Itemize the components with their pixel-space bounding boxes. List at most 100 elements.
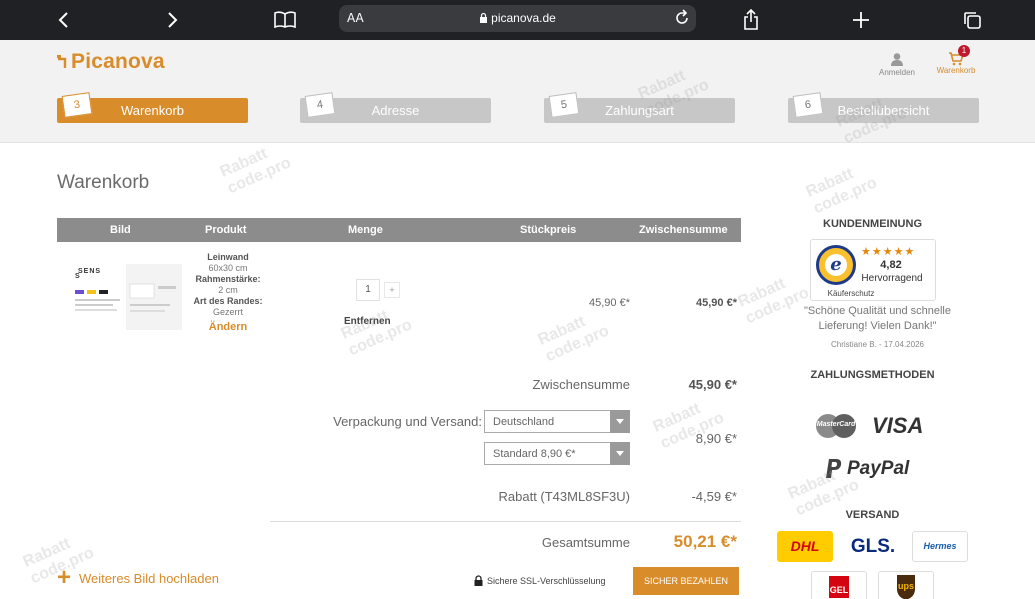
reload-icon[interactable] (674, 9, 690, 32)
mastercard-logo: MasterCard (814, 413, 858, 439)
plus-icon: + (57, 564, 72, 591)
dhl-logo: DHL (777, 531, 833, 562)
watermark: Rabatt code.pro (535, 313, 612, 366)
shipping-label: Verpackung und Versand: (333, 414, 482, 429)
site-header: Picanova Anmelden 1 Warenkorb 3 Warenkor… (0, 40, 1035, 143)
browser-toolbar: AA picanova.de (0, 0, 1035, 40)
column-header-product: Produkt (205, 224, 247, 236)
ups-text: ups (897, 581, 914, 591)
column-header-unit-price: Stückpreis (520, 224, 577, 236)
total-value: 50,21 €* (673, 532, 737, 551)
summary-divider (270, 521, 741, 522)
shipping-cost: 8,90 €* (695, 431, 737, 446)
cart-label: Warenkorb (936, 66, 976, 75)
quantity-increase-button[interactable]: + (384, 282, 400, 298)
trusted-shops-badge[interactable]: e ★★★★★ 4,82 Hervorragend Käuferschutz (810, 239, 936, 301)
total-label: Gesamtsumme (541, 535, 630, 550)
back-icon[interactable] (52, 6, 74, 34)
forward-icon[interactable] (162, 6, 184, 34)
chevron-down-icon (610, 442, 630, 465)
rating-word: Hervorragend (861, 273, 923, 284)
account-link[interactable]: Anmelden (871, 52, 923, 77)
customer-quote: "Schöne Qualität und schnelle Lieferung!… (803, 305, 951, 332)
step-address[interactable]: 4 Adresse (300, 92, 491, 123)
step-cart[interactable]: 3 Warenkorb (57, 92, 248, 123)
watermark: Rabatt code.pro (338, 307, 415, 360)
edge-type-value: Gezerrt (212, 307, 243, 317)
column-header-subtotal: Zwischensumme (639, 224, 728, 236)
row-subtotal: 45,90 €* (696, 297, 737, 309)
chevron-down-icon (610, 410, 630, 433)
url-display: picanova.de (339, 11, 696, 25)
frame-thickness-value: 2 cm (218, 285, 238, 295)
country-select[interactable]: Deutschland (484, 410, 630, 433)
change-product-link[interactable]: Ändern (186, 322, 270, 333)
lock-icon (480, 12, 488, 23)
page-title: Warenkorb (57, 172, 150, 193)
quantity-input[interactable]: 1 (356, 279, 380, 301)
step-label: Bestellübersicht (837, 103, 930, 118)
ssl-notice: Sichere SSL-Verschlüsselung (474, 575, 606, 586)
bookmarks-icon[interactable] (272, 6, 298, 34)
lock-icon (474, 575, 483, 586)
tabs-icon[interactable] (960, 6, 984, 34)
product-details: Leinwand 60x30 cm Rahmenstärke: 2 cm Art… (186, 252, 270, 333)
cart-link[interactable]: 1 Warenkorb (930, 45, 982, 75)
product-thumb-text: SENS (78, 268, 102, 275)
new-tab-icon[interactable] (850, 6, 872, 34)
site-logo[interactable]: Picanova (57, 50, 165, 74)
step-number: 4 (304, 92, 336, 118)
visa-logo: VISA (872, 413, 924, 438)
cart-count-badge: 1 (958, 45, 970, 57)
checkout-steps: 3 Warenkorb 4 Adresse 5 Zahlungsart 6 Be… (0, 92, 1035, 124)
share-icon[interactable] (740, 6, 762, 34)
url-text: picanova.de (491, 11, 556, 25)
unit-price: 45,90 €* (589, 297, 630, 309)
upload-another-image-link[interactable]: + Weiteres Bild hochladen (57, 564, 219, 591)
upload-label: Weiteres Bild hochladen (79, 570, 219, 586)
shipping-heading: VERSAND (845, 509, 900, 521)
logo-mark-icon (57, 55, 67, 68)
trusted-shops-seal-icon: e (816, 245, 856, 285)
pay-securely-button[interactable]: SICHER BEZAHLEN (633, 567, 739, 595)
frame-thickness-label: Rahmenstärke: (195, 274, 261, 284)
rating-stars: ★★★★★ (861, 246, 916, 258)
buyer-protection-label: Käuferschutz (827, 289, 875, 298)
product-type-label: Leinwand (207, 252, 249, 262)
paypal-icon (826, 459, 842, 478)
shipping-method-select[interactable]: Standard 8,90 €* (484, 442, 630, 465)
discount-value: -4,59 €* (691, 489, 737, 504)
hermes-logo: Hermes (912, 531, 968, 562)
ups-logo: ups (878, 571, 934, 599)
user-icon (891, 53, 903, 66)
edge-type-label: Art des Randes: (193, 296, 263, 306)
remove-item-link[interactable]: Entfernen (344, 316, 391, 327)
country-value: Deutschland (493, 416, 555, 428)
shipping-method-value: Standard 8,90 €* (493, 448, 576, 460)
gel-text: GEL (829, 585, 849, 595)
step-number: 5 (548, 92, 580, 118)
step-number: 3 (61, 92, 93, 118)
mastercard-text: MasterCard (816, 421, 856, 428)
paypal-logo: PayPal (825, 458, 909, 480)
ssl-label: Sichere SSL-Verschlüsselung (487, 575, 606, 586)
gls-logo: GLS. (850, 536, 896, 557)
watermark: Rabatt code.pro (803, 165, 880, 218)
payment-methods-heading: ZAHLUNGSMETHODEN (810, 369, 935, 381)
step-label: Adresse (371, 103, 420, 118)
discount-label: Rabatt (T43ML8SF3U) (498, 489, 631, 504)
address-bar[interactable]: AA picanova.de (339, 5, 696, 32)
step-overview[interactable]: 6 Bestellübersicht (788, 92, 979, 123)
rating-score: 4,82 (880, 259, 902, 271)
step-payment[interactable]: 5 Zahlungsart (544, 92, 735, 123)
gel-express-logo: GEL (811, 571, 867, 599)
cart-table-header: Bild Produkt Menge Stückpreis Zwischensu… (57, 218, 741, 242)
product-size: 60x30 cm (208, 263, 248, 273)
step-number: 6 (792, 92, 824, 118)
paypal-text: PayPal (847, 458, 910, 479)
subtotal-label: Zwischensumme (532, 377, 630, 392)
step-label: Zahlungsart (605, 103, 674, 118)
column-header-image: Bild (110, 224, 131, 236)
reviewer-name: Christiane B. - 17.04.2026 (831, 340, 924, 349)
watermark: Rabatt code.pro (217, 145, 294, 198)
